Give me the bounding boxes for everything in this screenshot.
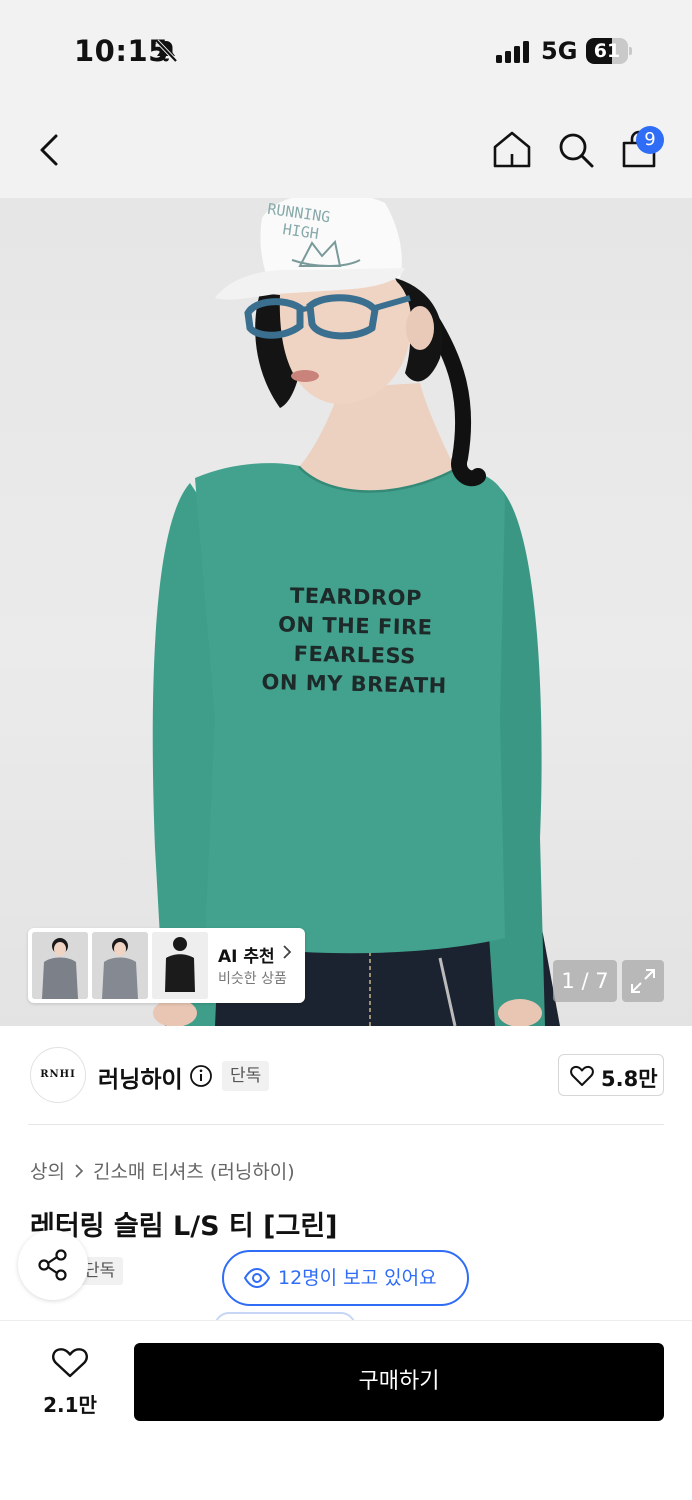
product-title: 레터링 슬림 L/S 티 [그린]	[30, 1211, 338, 1242]
expand-icon	[631, 969, 655, 993]
network-type: 5G	[541, 37, 578, 65]
heart-icon	[52, 1348, 88, 1378]
signal-icon	[496, 41, 529, 63]
category-secondary[interactable]: 긴소매 티셔츠 (러닝하이)	[93, 1161, 295, 1183]
bell-slash-icon	[155, 39, 178, 63]
expand-image-button[interactable]	[622, 960, 664, 1002]
recommendation-thumbnail[interactable]	[152, 932, 208, 999]
battery-icon: 61	[586, 38, 632, 64]
brand-logo[interactable]: RNHI	[30, 1047, 86, 1103]
category-primary[interactable]: 상의	[30, 1161, 65, 1183]
ai-recommend-title: AI 추천	[218, 947, 275, 967]
brand-like-count: 5.8만	[601, 1067, 658, 1091]
brand-name[interactable]: 러닝하이	[98, 1060, 183, 1094]
home-icon[interactable]	[491, 128, 533, 172]
info-icon[interactable]	[189, 1064, 213, 1088]
product-like-count: 2.1만	[43, 1393, 97, 1417]
viewers-text: 12명이 보고 있어요	[278, 1267, 437, 1289]
eye-icon	[244, 1268, 270, 1288]
back-icon[interactable]	[30, 128, 70, 172]
image-page-indicator: 1 / 7	[553, 960, 617, 1002]
top-nav-bar	[0, 100, 692, 198]
ai-recommendation-card[interactable]: AI 추천 비슷한 상품	[28, 928, 305, 1003]
recommendation-thumbnail[interactable]	[32, 932, 88, 999]
product-image[interactable]: RUNNING HIGH TEARDROP ON THE FIRE FEARLE…	[0, 198, 692, 1026]
share-button[interactable]	[18, 1230, 88, 1300]
product-like-button[interactable]: 2.1만	[30, 1347, 110, 1417]
share-icon	[38, 1249, 67, 1281]
viewers-count-pill[interactable]: 12명이 보고 있어요	[222, 1250, 469, 1306]
breadcrumb: 상의 긴소매 티셔츠 (러닝하이)	[30, 1157, 295, 1184]
heart-icon	[570, 1065, 594, 1086]
battery-level: 61	[593, 40, 621, 62]
search-icon[interactable]	[555, 128, 597, 172]
chevron-right-icon	[75, 1164, 84, 1178]
divider	[28, 1124, 664, 1125]
chevron-right-icon	[283, 945, 292, 959]
shirt-print-text: TEARDROP ON THE FIRE FEARLESS ON MY BREA…	[261, 583, 447, 698]
cart-count-badge: 9	[636, 126, 664, 154]
brand-like-button[interactable]: 5.8만	[558, 1054, 664, 1096]
status-bar: 10:15 5G 61	[0, 0, 692, 100]
bottom-action-bar: 2.1만 구매하기	[0, 1320, 692, 1500]
recommendation-thumbnail[interactable]	[92, 932, 148, 999]
exclusive-badge: 단독	[222, 1061, 270, 1091]
buy-button[interactable]: 구매하기	[134, 1343, 664, 1421]
ai-recommend-subtitle: 비슷한 상품	[218, 971, 287, 987]
